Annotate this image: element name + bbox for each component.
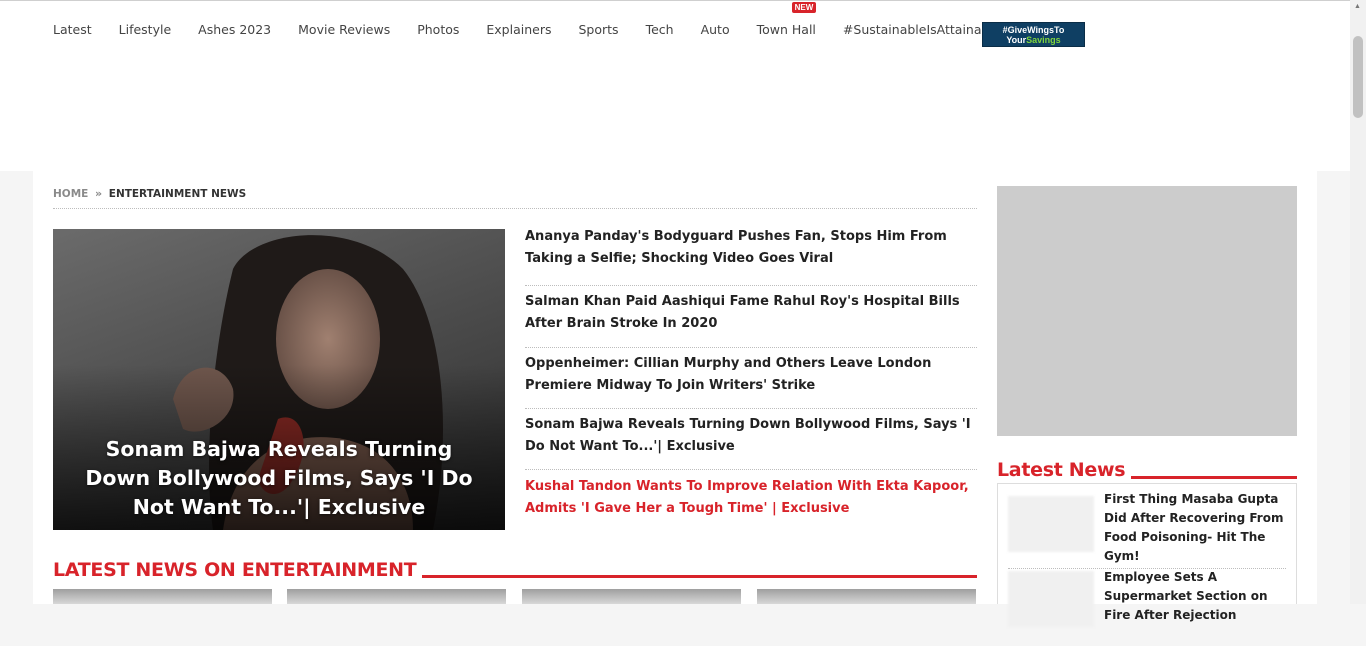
promo-line-1: #GiveWingsTo: [1002, 25, 1065, 35]
promo-line-2: YourSavings: [983, 35, 1084, 45]
nav-item-sustainable[interactable]: #SustainableIsAttainable: [843, 22, 1001, 37]
story-link-active[interactable]: Kushal Tandon Wants To Improve Relation …: [525, 470, 977, 530]
page-scrollbar[interactable]: ▲: [1350, 0, 1366, 604]
story-link[interactable]: Sonam Bajwa Reveals Turning Down Bollywo…: [525, 409, 977, 470]
top-ad-slot: [0, 57, 1350, 171]
story-link[interactable]: Salman Khan Paid Aashiqui Fame Rahul Roy…: [525, 286, 977, 348]
scroll-up-arrow-icon[interactable]: ▲: [1354, 3, 1361, 10]
nav-item-explainers[interactable]: Explainers: [486, 22, 551, 37]
story-link[interactable]: Ananya Panday's Bodyguard Pushes Fan, St…: [525, 226, 977, 286]
latest-news-headline[interactable]: First Thing Masaba Gupta Did After Recov…: [1104, 490, 1286, 566]
nav-item-town-hall-label: Town Hall: [756, 22, 816, 37]
latest-news-headline[interactable]: Employee Sets A Supermarket Section on F…: [1104, 568, 1286, 625]
top-stories-list: Ananya Panday's Bodyguard Pushes Fan, St…: [525, 226, 977, 530]
nav-item-latest[interactable]: Latest: [53, 22, 92, 37]
latest-entertainment-heading: LATEST NEWS ON ENTERTAINMENT: [53, 559, 977, 585]
latest-news-thumbnail: [1008, 496, 1094, 552]
thumbnail-image[interactable]: [287, 589, 506, 604]
breadcrumb-separator-icon: »: [95, 187, 103, 200]
breadcrumb-current: ENTERTAINMENT NEWS: [108, 188, 247, 200]
sidebar-ad-slot: [997, 186, 1297, 436]
nav-item-auto[interactable]: Auto: [701, 22, 730, 37]
breadcrumb: HOME » ENTERTAINMENT NEWS: [53, 187, 977, 209]
thumbnail-image[interactable]: [522, 589, 741, 604]
breadcrumb-home-link[interactable]: HOME: [53, 188, 88, 200]
entertainment-thumbnails: [53, 589, 977, 604]
thumbnail-image[interactable]: [53, 589, 272, 604]
latest-news-title: Latest News: [997, 459, 1132, 481]
promo-line-2a: Your: [1006, 35, 1027, 45]
scrollbar-thumb[interactable]: [1353, 36, 1363, 118]
new-badge: NEW: [791, 2, 817, 13]
nav-item-photos[interactable]: Photos: [417, 22, 459, 37]
hero-title[interactable]: Sonam Bajwa Reveals Turning Down Bollywo…: [73, 435, 485, 522]
nav-item-lifestyle[interactable]: Lifestyle: [119, 22, 172, 37]
top-nav-bar: Latest Lifestyle Ashes 2023 Movie Review…: [0, 0, 1350, 57]
nav-item-ashes-2023[interactable]: Ashes 2023: [198, 22, 271, 37]
promo-line-2b: Savings: [1026, 35, 1061, 45]
nav-item-movie-reviews[interactable]: Movie Reviews: [298, 22, 390, 37]
latest-news-item[interactable]: First Thing Masaba Gupta Did After Recov…: [1008, 490, 1286, 569]
nav-item-tech[interactable]: Tech: [646, 22, 674, 37]
nav-item-sports[interactable]: Sports: [579, 22, 619, 37]
nav-item-town-hall[interactable]: Town Hall NEW: [756, 2, 817, 37]
hero-story-card[interactable]: Sonam Bajwa Reveals Turning Down Bollywo…: [53, 229, 505, 530]
savings-promo-banner[interactable]: #GiveWingsTo YourSavings: [982, 22, 1085, 47]
section-title: LATEST NEWS ON ENTERTAINMENT: [53, 559, 423, 581]
latest-news-item[interactable]: Employee Sets A Supermarket Section on F…: [1008, 568, 1286, 646]
latest-news-box: First Thing Masaba Gupta Did After Recov…: [997, 483, 1297, 627]
thumbnail-image[interactable]: [757, 589, 976, 604]
latest-news-heading: Latest News: [997, 459, 1297, 483]
latest-news-thumbnail: [1008, 571, 1094, 627]
main-nav: Latest Lifestyle Ashes 2023 Movie Review…: [53, 1, 1028, 58]
story-link[interactable]: Oppenheimer: Cillian Murphy and Others L…: [525, 348, 977, 409]
